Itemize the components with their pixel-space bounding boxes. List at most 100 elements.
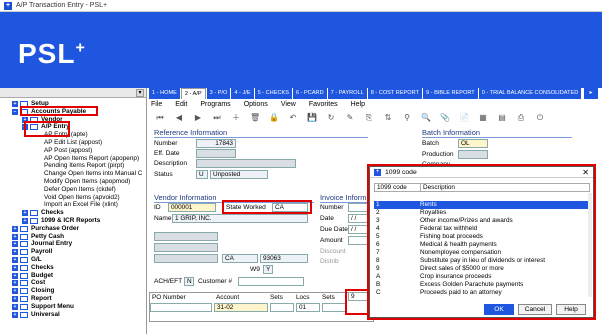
print-icon[interactable]: ⎙ bbox=[516, 113, 526, 123]
tree-item[interactable]: + Support Menu bbox=[12, 303, 74, 311]
ok-button[interactable]: OK bbox=[484, 304, 514, 315]
code-1099-row[interactable]: 4 Federal tax withheld bbox=[374, 225, 590, 233]
expand-icon[interactable]: + bbox=[12, 311, 18, 318]
expand-icon[interactable]: + bbox=[22, 218, 28, 224]
tab-8[interactable]: 8 - COST REPORT bbox=[367, 88, 422, 99]
tab-10[interactable]: 0 - TRIAL BALANCE CONSOLIDATED bbox=[478, 88, 582, 99]
menu-options[interactable]: Options bbox=[244, 100, 268, 110]
tabs-scroll-icon[interactable]: ▸ bbox=[584, 88, 598, 99]
expand-icon[interactable]: + bbox=[12, 101, 18, 107]
tree-item[interactable]: + Petty Cash bbox=[12, 233, 64, 241]
amount-field[interactable] bbox=[348, 236, 370, 245]
calendar-icon[interactable]: ▦ bbox=[478, 113, 488, 123]
tree-item[interactable]: Void Open Items (apvoid2) bbox=[44, 194, 120, 202]
tree-item[interactable]: + Payroll bbox=[12, 248, 52, 256]
code-1099-row[interactable]: 8 Substitute pay in lieu of dividends or … bbox=[374, 257, 590, 265]
expand-icon[interactable]: + bbox=[12, 296, 18, 302]
search-icon[interactable]: 🔍 bbox=[421, 113, 431, 123]
menu-programs[interactable]: Programs bbox=[200, 100, 230, 110]
tree-item[interactable]: AP Edit List (appost) bbox=[44, 139, 102, 147]
tab-4[interactable]: 4 - J/E bbox=[231, 88, 254, 99]
save-icon[interactable]: 💾 bbox=[307, 113, 317, 123]
invoice-date-field[interactable]: / / bbox=[348, 214, 370, 223]
code-1099-row[interactable] bbox=[374, 193, 590, 201]
undo-icon[interactable]: ↶ bbox=[288, 113, 298, 123]
expand-icon[interactable]: + bbox=[12, 225, 18, 232]
code-1099-row[interactable]: 6 Medical & health payments bbox=[374, 241, 590, 249]
tree-item[interactable]: + Checks bbox=[12, 264, 54, 272]
tab-2[interactable]: 2 - A/P bbox=[180, 88, 206, 99]
po-number-cell[interactable] bbox=[150, 303, 212, 312]
sets-cell-2[interactable] bbox=[322, 303, 346, 312]
production-field[interactable] bbox=[458, 150, 488, 159]
expand-icon[interactable]: + bbox=[12, 280, 18, 287]
tab-3[interactable]: 3 - P/O bbox=[206, 88, 231, 99]
tab-5[interactable]: 5 - CHECKS bbox=[254, 88, 292, 99]
code-1099-row[interactable]: C Proceeds paid to an attorney bbox=[374, 289, 590, 297]
last-record-icon[interactable]: ⏭ bbox=[212, 113, 222, 123]
tree-item[interactable]: + Universal bbox=[12, 311, 60, 319]
invoice-number-field[interactable] bbox=[348, 203, 370, 212]
sort-icon[interactable]: ⇅ bbox=[383, 113, 393, 123]
help-button[interactable]: Help bbox=[556, 304, 586, 315]
code-1099-row[interactable]: 2 Royalties bbox=[374, 209, 590, 217]
vendor-id-field[interactable]: 000001 bbox=[168, 203, 216, 212]
expand-icon[interactable]: + bbox=[12, 241, 18, 248]
expand-icon[interactable]: + bbox=[12, 249, 18, 256]
code-1099-row[interactable]: 1 Rents bbox=[374, 201, 590, 209]
tree-item[interactable]: AP Open Items Report (apopenp) bbox=[44, 155, 139, 163]
tree-item[interactable]: + Journal Entry bbox=[12, 240, 72, 248]
eff-date-field[interactable] bbox=[196, 149, 236, 158]
expand-icon[interactable]: + bbox=[12, 233, 18, 240]
tree-item[interactable]: +1099 & ICR Reports bbox=[22, 217, 100, 225]
cancel-button[interactable]: Cancel bbox=[518, 304, 552, 315]
tree-item[interactable]: Pending Items Report (pirpt) bbox=[44, 162, 124, 170]
tree-item[interactable]: Change Open Items into Manual C bbox=[44, 170, 142, 178]
close-icon[interactable]: ✕ bbox=[582, 168, 589, 177]
calc-icon[interactable]: ▤ bbox=[497, 113, 507, 123]
exit-icon[interactable]: ⏻ bbox=[535, 113, 545, 123]
tab-7[interactable]: 7 - PAYROLL bbox=[327, 88, 367, 99]
expand-icon[interactable]: + bbox=[22, 210, 28, 217]
expand-icon[interactable]: + bbox=[12, 272, 18, 279]
next-record-icon[interactable]: ▶ bbox=[193, 113, 203, 123]
code-1099-row[interactable]: 3 Other income/Prizes and awards bbox=[374, 217, 590, 225]
description-field[interactable] bbox=[196, 159, 296, 168]
tree-item[interactable]: + Report bbox=[12, 295, 52, 303]
edit-icon[interactable]: ✎ bbox=[345, 113, 355, 123]
locs-cell[interactable]: 01 bbox=[296, 303, 320, 312]
menu-file[interactable]: File bbox=[151, 100, 162, 110]
account-cell[interactable]: 31-02 bbox=[214, 303, 268, 312]
menu-favorites[interactable]: Favorites bbox=[309, 100, 338, 110]
sets-cell[interactable] bbox=[270, 303, 294, 312]
tree-item[interactable]: + Checks bbox=[22, 209, 64, 217]
code-1099-row[interactable]: B Excess Golden Parachute payments bbox=[374, 281, 590, 289]
tree-item[interactable]: + Cost bbox=[12, 279, 45, 287]
customer-field[interactable] bbox=[238, 277, 304, 286]
code-1099-row[interactable]: 5 Fishing boat proceeds bbox=[374, 233, 590, 241]
tree-item[interactable]: + Closing bbox=[12, 287, 54, 295]
menu-help[interactable]: Help bbox=[351, 100, 365, 110]
notes-icon[interactable]: 📄 bbox=[459, 113, 469, 123]
attach-icon[interactable]: 📎 bbox=[440, 113, 450, 123]
code-1099-row[interactable]: A Crop insurance proceeds bbox=[374, 273, 590, 281]
copy-icon[interactable]: ⎘ bbox=[364, 113, 374, 123]
tree-item[interactable]: Modify Open Items (apopmod) bbox=[44, 178, 130, 186]
expand-icon[interactable]: + bbox=[12, 257, 18, 263]
tab-9[interactable]: 9 - BIBLE REPORT bbox=[423, 88, 478, 99]
number-field[interactable]: 17843 bbox=[196, 139, 236, 148]
batch-field[interactable]: OL bbox=[458, 139, 488, 148]
menu-view[interactable]: View bbox=[281, 100, 296, 110]
collapse-icon[interactable]: − bbox=[12, 108, 18, 115]
lock-icon[interactable]: 🔒 bbox=[269, 113, 279, 123]
delete-icon[interactable]: 🗑 bbox=[250, 113, 260, 123]
menu-edit[interactable]: Edit bbox=[175, 100, 187, 110]
refresh-icon[interactable]: ↻ bbox=[326, 113, 336, 123]
dialog-scrollbar[interactable] bbox=[588, 193, 592, 297]
tab-6[interactable]: 6 - PCARD bbox=[292, 88, 327, 99]
prev-record-icon[interactable]: ◀ bbox=[174, 113, 184, 123]
expand-icon[interactable]: + bbox=[12, 264, 18, 271]
first-record-icon[interactable]: ⏮ bbox=[155, 113, 165, 123]
tree-item[interactable]: Import an Excel File (xlint) bbox=[44, 201, 118, 209]
due-date-field[interactable]: / / bbox=[348, 225, 370, 234]
